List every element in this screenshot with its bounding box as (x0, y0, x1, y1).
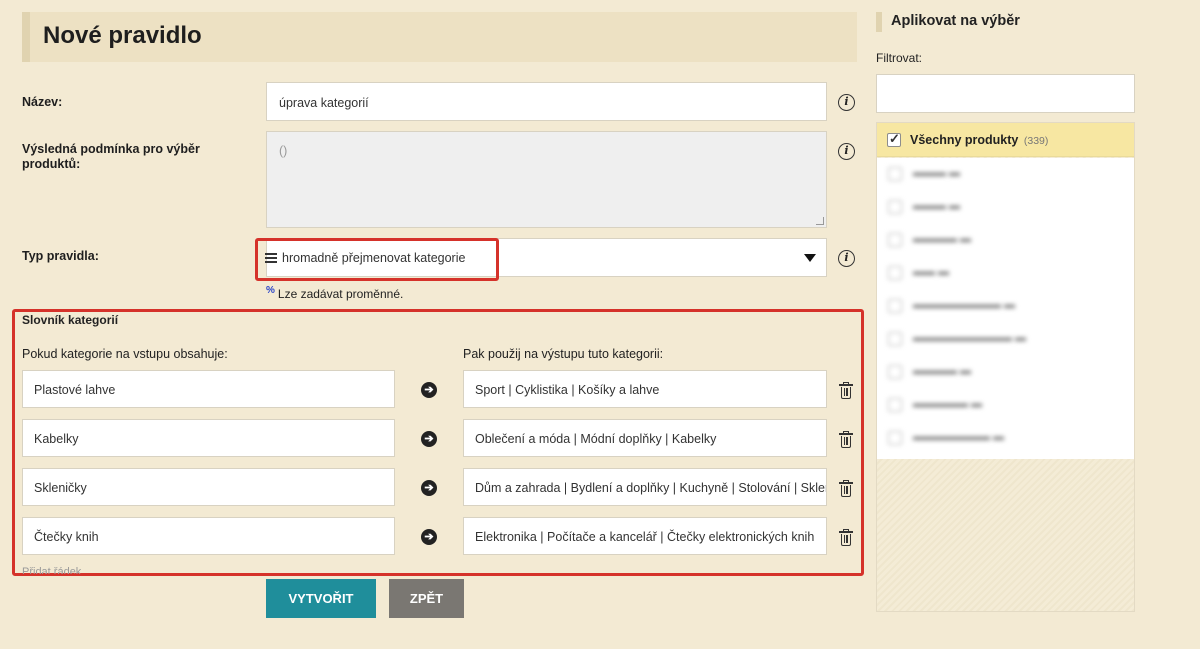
arrow-right-icon: ➔ (421, 431, 437, 447)
tree-item-all-products[interactable]: Všechny produkty (339) (877, 123, 1134, 157)
tree-item-blurred: ▬▬▬▬ ▬ (877, 224, 1134, 257)
all-products-checkbox[interactable] (887, 131, 901, 147)
add-row-link[interactable]: Přidat řádek (22, 566, 81, 574)
input-category-field[interactable]: Skleničky (22, 468, 395, 506)
highlight-rule-type (255, 238, 499, 281)
tree-list-blurred: ▬▬▬ ▬ ▬▬▬ ▬ ▬▬▬▬ ▬ ▬▬ ▬ ▬▬▬▬▬▬▬▬ ▬ ▬▬▬▬▬… (877, 158, 1134, 459)
name-label: Název: (22, 95, 63, 109)
percent-icon: % (266, 285, 275, 296)
sidebar-title: Aplikovat na výběr (876, 12, 1020, 32)
create-button[interactable]: VYTVOŘIT (266, 579, 376, 618)
name-info-icon[interactable]: i (838, 94, 855, 111)
output-column-header: Pak použij na výstupu tuto kategorii: (463, 347, 664, 361)
chevron-down-icon (804, 254, 816, 262)
tree-item-blurred: ▬▬▬▬▬ ▬ (877, 389, 1134, 422)
all-products-label: Všechny produkty (339) (910, 133, 1049, 147)
condition-textarea[interactable]: () (266, 131, 827, 228)
output-category-field[interactable]: Elektronika | Počítače a kancelář | Čteč… (463, 517, 827, 555)
arrow-right-icon: ➔ (421, 480, 437, 496)
output-category-field[interactable]: Oblečení a móda | Módní doplňky | Kabelk… (463, 419, 827, 457)
trash-icon[interactable] (839, 480, 853, 497)
tree-item-blurred: ▬▬▬▬▬▬▬ ▬ (877, 422, 1134, 455)
tree-item-blurred: ▬▬▬▬▬▬▬▬▬ ▬ (877, 323, 1134, 356)
tree-item-blurred: ▬▬▬ ▬ (877, 158, 1134, 191)
condition-label: Výsledná podmínka pro výběr produktů: (22, 142, 200, 171)
input-category-value: Skleničky (34, 481, 87, 495)
filter-input[interactable] (876, 74, 1135, 113)
tree-item-blurred: ▬▬ ▬ (877, 257, 1134, 290)
input-category-value: Kabelky (34, 432, 79, 446)
tree-item-blurred: ▬▬▬▬▬▬▬▬ ▬ (877, 290, 1134, 323)
variables-note: % Lze zadávat proměnné. (266, 285, 403, 301)
arrow-right-icon: ➔ (421, 382, 437, 398)
condition-value: () (279, 144, 288, 158)
name-input-value: úprava kategorií (279, 96, 369, 110)
trash-icon[interactable] (839, 529, 853, 546)
rule-type-label: Typ pravidla: (22, 249, 99, 263)
condition-info-icon[interactable]: i (838, 143, 855, 160)
tree-item-blurred: ▬▬▬ ▬ (877, 191, 1134, 224)
arrow-right-icon: ➔ (421, 529, 437, 545)
output-category-field[interactable]: Sport | Cyklistika | Košíky a lahve (463, 370, 827, 408)
page-title: Nové pravidlo (43, 22, 202, 49)
filter-label: Filtrovat: (876, 51, 923, 65)
dictionary-title: Slovník kategorií (22, 313, 119, 327)
back-button[interactable]: ZPĚT (389, 579, 464, 618)
input-column-header: Pokud kategorie na vstupu obsahuje: (22, 347, 228, 361)
resize-handle[interactable] (816, 217, 824, 225)
tree-item-blurred: ▬▬▬▬ ▬ (877, 356, 1134, 389)
trash-icon[interactable] (839, 382, 853, 399)
variables-note-text: Lze zadávat proměnné. (277, 287, 404, 301)
input-category-field[interactable]: Čtečky knih (22, 517, 395, 555)
input-category-value: Čtečky knih (34, 530, 99, 544)
name-input[interactable]: úprava kategorií (266, 82, 827, 121)
output-category-value: Oblečení a móda | Módní doplňky | Kabelk… (475, 432, 717, 446)
output-category-value: Dům a zahrada | Bydlení a doplňky | Kuch… (475, 481, 827, 495)
output-category-value: Elektronika | Počítače a kancelář | Čteč… (475, 530, 815, 544)
product-tree[interactable]: Všechny produkty (339) ▬▬▬ ▬ ▬▬▬ ▬ ▬▬▬▬ … (876, 122, 1135, 612)
input-category-value: Plastové lahve (34, 383, 116, 397)
page-header: Nové pravidlo (22, 12, 857, 62)
trash-icon[interactable] (839, 431, 853, 448)
output-category-field[interactable]: Dům a zahrada | Bydlení a doplňky | Kuch… (463, 468, 827, 506)
input-category-field[interactable]: Kabelky (22, 419, 395, 457)
output-category-value: Sport | Cyklistika | Košíky a lahve (475, 383, 660, 397)
rule-type-info-icon[interactable]: i (838, 250, 855, 267)
input-category-field[interactable]: Plastové lahve (22, 370, 395, 408)
